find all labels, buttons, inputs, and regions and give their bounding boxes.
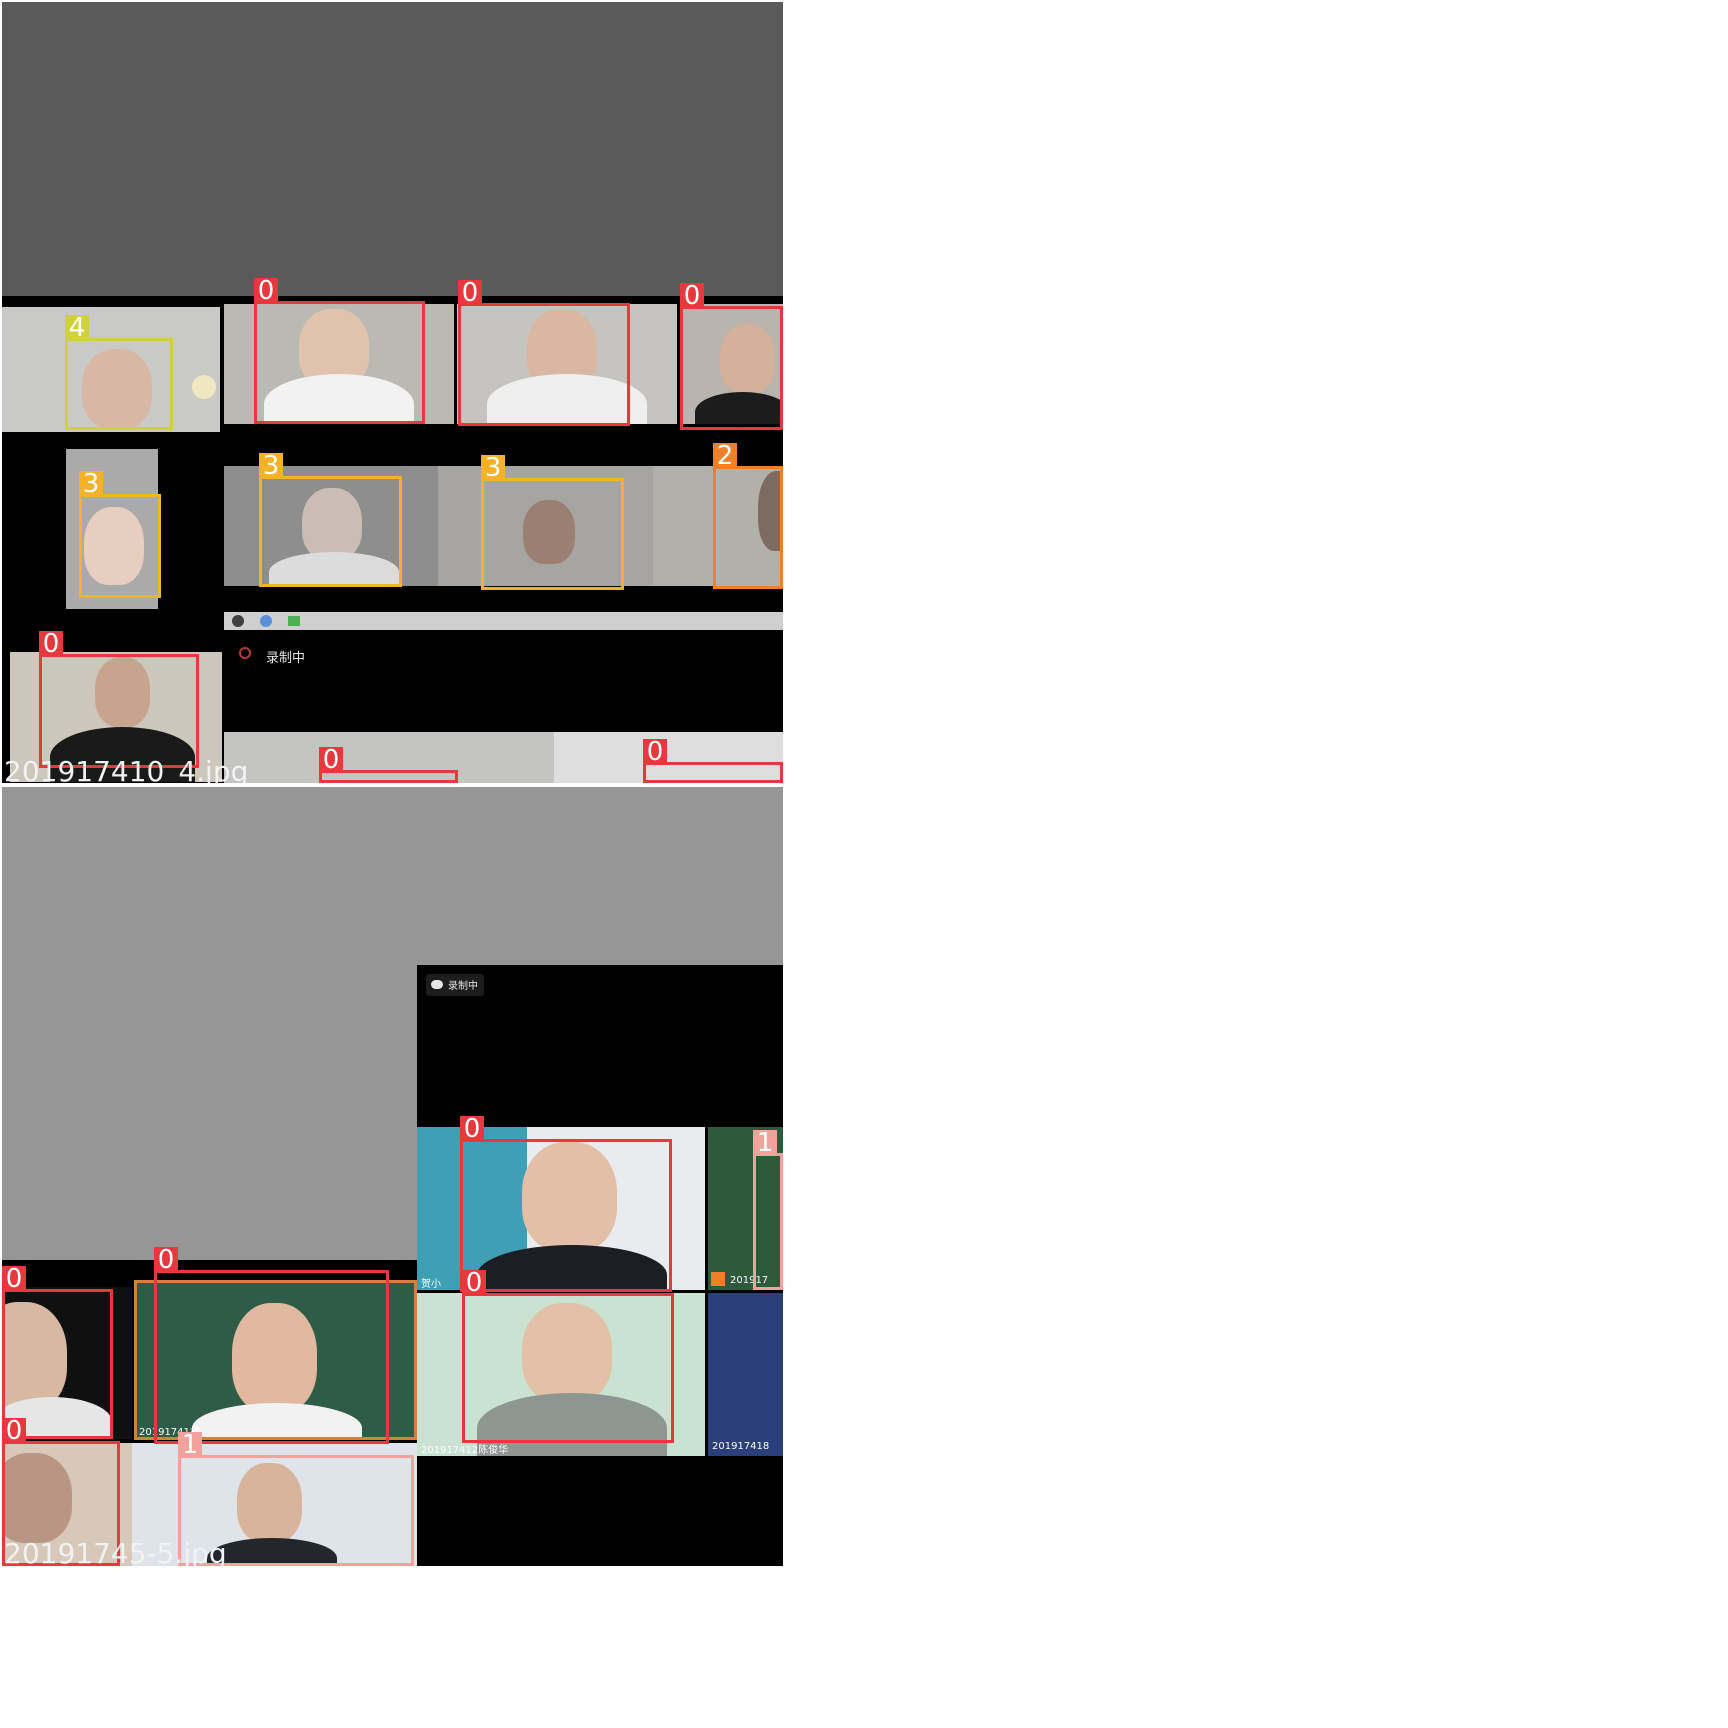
user-icon xyxy=(711,1272,725,1286)
score-badge-icon xyxy=(192,375,216,399)
detection-label: 2 xyxy=(713,443,737,469)
detection-box: 2 xyxy=(713,443,783,589)
signal-bars-icon[interactable] xyxy=(288,616,300,626)
detection-label: 1 xyxy=(178,1432,202,1458)
participant-name: 201917412陈俊华 xyxy=(421,1445,509,1456)
detection-label: 0 xyxy=(2,1266,26,1292)
detection-box: 3 xyxy=(79,471,161,598)
detection-box: 3 xyxy=(481,455,624,590)
detection-label: 0 xyxy=(39,631,63,657)
detection-label: 0 xyxy=(2,1418,26,1444)
detection-box: 1 xyxy=(753,1130,783,1290)
shield-icon[interactable] xyxy=(260,615,272,627)
recording-label: 录制中 xyxy=(448,981,478,992)
detection-box: 3 xyxy=(259,453,402,587)
record-icon xyxy=(239,647,251,659)
detection-label: 3 xyxy=(481,455,505,481)
detection-label: 4 xyxy=(65,315,89,341)
detection-box: 0 xyxy=(643,739,783,783)
image-filename: 201917410_4.jpg xyxy=(4,755,249,784)
image-panel-1: 录制中 4 0 0 0 3 3 3 2 0 0 0 201917410_4.jp… xyxy=(2,2,783,783)
detection-label: 0 xyxy=(680,283,704,309)
image-panel-2: 录制中 贺小 201917 201917412陈俊华 201917418 201… xyxy=(2,787,783,1566)
recording-label: 录制中 xyxy=(266,651,306,666)
detection-label: 0 xyxy=(154,1247,178,1273)
info-icon[interactable] xyxy=(232,615,244,627)
detection-box: 0 xyxy=(154,1247,389,1444)
detection-box: 0 xyxy=(39,631,199,768)
detection-label: 3 xyxy=(259,453,283,479)
detection-label: 0 xyxy=(462,1270,486,1296)
detection-box: 0 xyxy=(462,1270,674,1443)
detection-label: 0 xyxy=(458,280,482,306)
detection-label: 0 xyxy=(319,747,343,773)
detection-box: 0 xyxy=(680,283,783,430)
detection-label: 3 xyxy=(79,471,103,497)
detection-box: 0 xyxy=(319,747,458,783)
detection-label: 1 xyxy=(753,1130,777,1156)
cloud-icon xyxy=(431,980,443,989)
recording-badge: 录制中 xyxy=(426,974,484,996)
detection-label: 0 xyxy=(460,1116,484,1142)
participant-name: 贺小 xyxy=(421,1279,441,1290)
video-tile: 201917418 xyxy=(708,1293,783,1456)
detection-label: 0 xyxy=(643,739,667,765)
detection-label: 0 xyxy=(254,278,278,304)
detection-box: 4 xyxy=(65,315,173,430)
image-filename: 20191745-5.jpg xyxy=(4,1537,227,1567)
detection-box: 0 xyxy=(458,280,630,426)
detection-box: 0 xyxy=(254,278,425,424)
participant-name: 201917418 xyxy=(712,1441,770,1452)
detection-box: 0 xyxy=(460,1116,672,1292)
toolbar-strip xyxy=(224,612,783,630)
